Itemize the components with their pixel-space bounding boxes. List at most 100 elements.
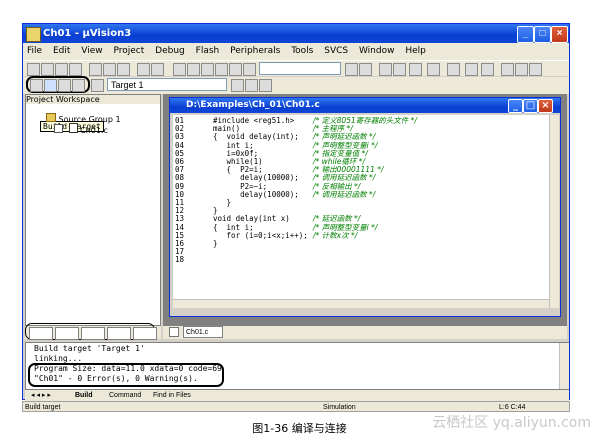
menu-tools[interactable]: Tools [287,43,317,56]
copy-icon[interactable] [103,63,116,76]
workspace-toggle-icon[interactable] [481,63,494,76]
highlight-result [28,363,224,387]
line-number: 08 [175,173,185,183]
manage-components-icon[interactable] [259,79,272,92]
tree-file-label: Ch01.c [80,126,108,135]
file-tab-ch01[interactable]: Ch01.c [183,326,223,338]
zoom-icon[interactable] [447,63,460,76]
menu-peripherals[interactable]: Peripherals [226,43,284,56]
print-icon[interactable] [427,63,440,76]
output-line-1: Build target 'Target 1' [34,344,145,353]
stop-build-icon[interactable] [72,79,85,92]
vertical-scrollbar[interactable] [549,115,559,308]
menu-svcs[interactable]: SVCS [320,43,352,56]
debug-start-icon[interactable] [409,63,422,76]
editor-maximize-button[interactable]: □ [523,99,538,113]
target-select[interactable]: Target 1 [107,78,227,91]
editor-close-button[interactable]: × [538,99,553,113]
code-comment: /* 调用延迟函数 */ [313,173,376,183]
tab-files[interactable] [29,327,53,340]
tab-functions[interactable] [107,327,131,340]
tab-templates[interactable] [133,327,157,340]
menu-edit[interactable]: Edit [49,43,74,56]
window-title: Ch01 - μVision3 [43,28,132,39]
app-window: Ch01 - μVision3 _ □ × File Edit View Pro… [22,23,570,401]
bookmark-clear-icon[interactable] [243,63,256,76]
tab-nav-arrows[interactable]: ◂ ◂ ▸ ▸ [31,390,51,401]
menu-window[interactable]: Window [355,43,399,56]
undo-icon[interactable] [137,63,150,76]
bookmark-icon[interactable] [201,63,214,76]
menu-file[interactable]: File [23,43,46,56]
code-comment: /* 调用延迟函数 */ [313,189,376,199]
status-mode: Simulation [323,404,356,411]
file-tab-bar: Ch01.c [163,326,567,339]
build-target-icon[interactable] [44,79,57,92]
tab-regs[interactable] [55,327,79,340]
window-icon[interactable] [465,63,478,76]
code-editor[interactable]: 01 #include <reg51.h>/* 定义8051寄存器的头文件 */0… [173,115,557,299]
options-icon[interactable] [529,63,542,76]
new-file-icon[interactable] [27,63,40,76]
main-toolbar [23,60,569,76]
target-options-icon[interactable] [231,79,244,92]
output-window: Build target 'Target 1' linking... Progr… [25,342,569,390]
status-text: Build target [25,404,61,411]
status-bar: Build target Simulation L:6 C:44 [22,401,570,412]
bookmark-prev-icon[interactable] [215,63,228,76]
menu-flash[interactable]: Flash [192,43,224,56]
cut-icon[interactable] [89,63,102,76]
paste-icon[interactable] [117,63,130,76]
rebuild-all-icon[interactable] [58,79,71,92]
save-icon[interactable] [55,63,68,76]
output-scrollbar[interactable] [559,343,569,389]
horizontal-scrollbar[interactable] [173,299,549,308]
close-button[interactable]: × [551,26,568,43]
code-line: { void delay(int); [213,132,299,142]
tools-icon[interactable] [501,63,514,76]
translate-icon[interactable] [30,79,43,92]
code-comment: /* 声明延迟函数 */ [313,132,376,142]
minimize-button[interactable]: _ [517,26,534,43]
tab-books[interactable] [81,327,105,340]
tab-command[interactable]: Command [109,390,141,401]
redo-icon[interactable] [151,63,164,76]
editor-minimize-button[interactable]: _ [508,99,523,113]
unindent-icon[interactable] [187,63,200,76]
find-icon[interactable] [345,63,358,76]
expand-icon[interactable] [54,124,63,133]
find-combobox[interactable] [259,62,341,75]
folder-icon [46,113,56,122]
tab-find-in-files[interactable]: Find in Files [153,390,191,401]
line-number: 18 [175,255,185,265]
code-comment: /* 计数x次 */ [313,230,358,240]
forward-arrow-icon[interactable] [393,63,406,76]
config-icon[interactable] [515,63,528,76]
line-number: 03 [175,132,185,142]
code-comment: /* 延迟函数 */ [313,214,361,224]
build-toolbar: Target 1 [23,76,569,94]
code-line: delay(10000); [213,173,299,183]
back-arrow-icon[interactable] [379,63,392,76]
menu-view[interactable]: View [77,43,106,56]
menu-bar: File Edit View Project Debug Flash Perip… [23,43,569,60]
editor-title: D:\Examples\Ch_01\Ch01.c [186,100,320,110]
indent-icon[interactable] [173,63,186,76]
file-tab-icon [169,327,179,337]
menu-project[interactable]: Project [109,43,148,56]
save-all-icon[interactable] [69,63,82,76]
code-line: for (i=0;i<x;i++); [213,230,308,240]
file-extensions-icon[interactable] [245,79,258,92]
open-icon[interactable] [41,63,54,76]
project-workspace-panel: Project Workspace Build target Source Gr… [25,94,161,326]
tab-build[interactable]: Build [75,390,93,401]
title-bar: Ch01 - μVision3 _ □ × [23,24,569,43]
menu-debug[interactable]: Debug [151,43,189,56]
maximize-button[interactable]: □ [534,26,551,43]
find-in-files-icon[interactable] [359,63,372,76]
download-icon[interactable] [91,79,104,92]
menu-help[interactable]: Help [401,43,430,56]
c-file-icon [68,123,78,133]
bookmark-next-icon[interactable] [229,63,242,76]
tree-file-ch01[interactable]: Ch01.c [54,123,108,135]
